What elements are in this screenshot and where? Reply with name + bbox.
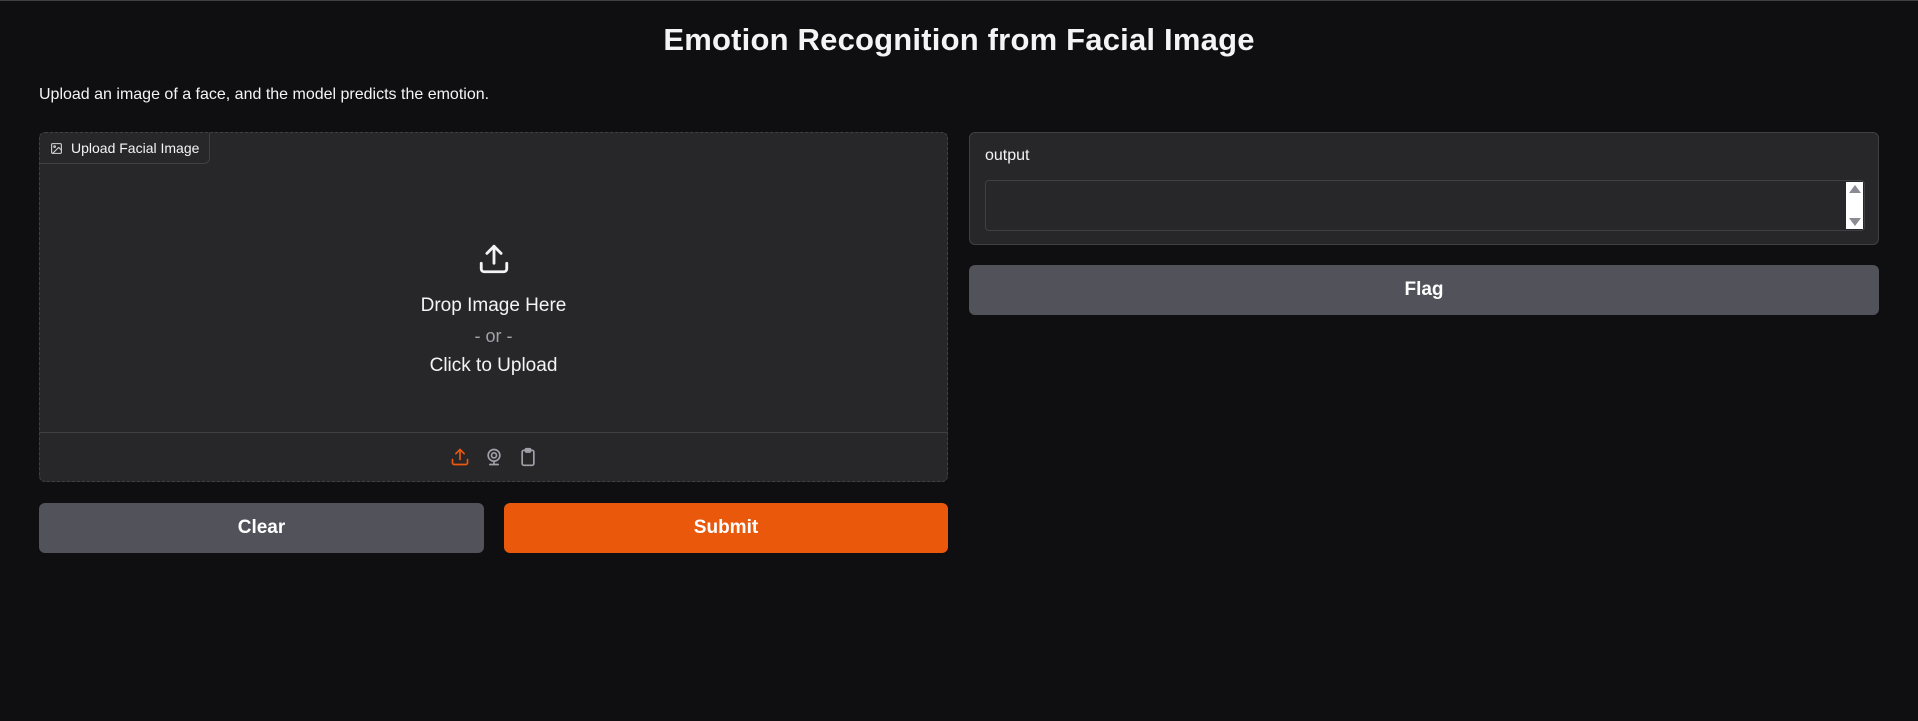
page-title: Emotion Recognition from Facial Image xyxy=(663,22,1255,57)
upload-source-icon[interactable] xyxy=(449,446,471,468)
submit-button[interactable]: Submit xyxy=(504,503,948,553)
page-description: Upload an image of a face, and the model… xyxy=(39,86,490,103)
or-text: - or - xyxy=(474,325,513,346)
image-source-selector xyxy=(40,432,947,481)
image-input-label: Upload Facial Image xyxy=(40,133,211,164)
output-textbox[interactable] xyxy=(985,180,1865,231)
drop-image-text: Drop Image Here xyxy=(420,294,567,316)
image-upload-panel: Upload Facial Image Drop Image Here - or… xyxy=(39,132,948,482)
output-panel: output xyxy=(969,132,1879,245)
clipboard-icon[interactable] xyxy=(517,446,539,468)
top-divider xyxy=(0,0,1918,1)
output-scrollbar[interactable] xyxy=(1846,182,1863,229)
click-to-upload-text: Click to Upload xyxy=(429,354,558,376)
output-label: output xyxy=(985,147,1030,164)
image-input-label-text: Upload Facial Image xyxy=(71,140,200,156)
clear-button[interactable]: Clear xyxy=(39,503,484,553)
image-drop-zone[interactable]: Drop Image Here - or - Click to Upload xyxy=(40,164,947,464)
upload-icon xyxy=(477,242,511,281)
image-icon xyxy=(50,142,63,155)
scroll-up-icon[interactable] xyxy=(1848,185,1861,193)
flag-button[interactable]: Flag xyxy=(969,265,1879,315)
webcam-icon[interactable] xyxy=(483,446,505,468)
scroll-down-icon[interactable] xyxy=(1848,218,1861,226)
